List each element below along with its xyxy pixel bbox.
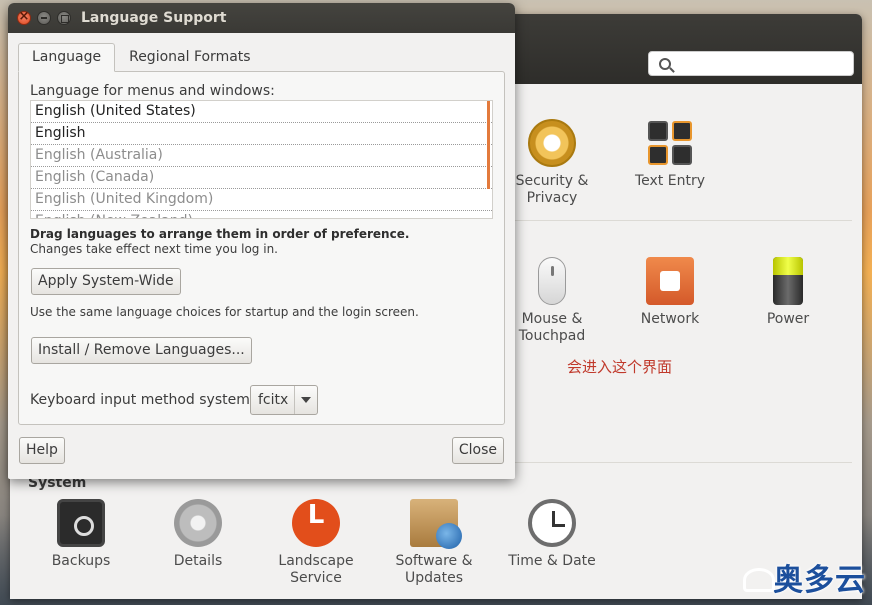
apply-system-wide-button[interactable]: Apply System-Wide	[31, 268, 181, 295]
tile-label: Power	[733, 311, 843, 328]
backups-icon	[57, 499, 105, 547]
list-item[interactable]: English	[31, 123, 492, 145]
chevron-down-icon	[301, 397, 311, 403]
details-icon	[174, 499, 222, 547]
keyboard-input-value: fcitx	[251, 386, 295, 414]
tile-label: Backups	[26, 553, 136, 570]
tab-regional-formats[interactable]: Regional Formats	[115, 43, 264, 72]
language-list[interactable]: English (United States) English English …	[30, 100, 493, 219]
language-list-label: Language for menus and windows:	[30, 83, 275, 99]
tab-language[interactable]: Language	[18, 43, 115, 72]
tile-software-updates[interactable]: Software & Updates	[379, 499, 489, 587]
tile-power[interactable]: Power	[733, 257, 843, 328]
tile-label: Software & Updates	[379, 553, 489, 587]
window-maximize-icon[interactable]	[57, 11, 71, 25]
tile-landscape-service[interactable]: Landscape Service	[261, 499, 371, 587]
clock-icon	[528, 499, 576, 547]
watermark-logo-icon	[739, 562, 773, 592]
list-item[interactable]: English (United Kingdom)	[31, 189, 492, 211]
changes-hint: Changes take effect next time you log in…	[30, 242, 278, 256]
network-icon	[646, 257, 694, 305]
tile-details[interactable]: Details	[143, 499, 253, 570]
title-bar[interactable]: Language Support	[8, 3, 515, 33]
keyboard-input-select[interactable]: fcitx	[250, 385, 318, 415]
drag-hint: Drag languages to arrange them in order …	[30, 227, 409, 241]
language-support-dialog: Language Support Language Regional Forma…	[8, 3, 515, 479]
software-updates-icon	[410, 499, 458, 547]
tile-label: Details	[143, 553, 253, 570]
install-remove-languages-button[interactable]: Install / Remove Languages...	[31, 337, 252, 364]
search-icon	[659, 58, 671, 70]
window-title: Language Support	[81, 10, 226, 26]
landscape-icon	[292, 499, 340, 547]
tile-backups[interactable]: Backups	[26, 499, 136, 570]
keyboard-input-label: Keyboard input method system:	[30, 392, 255, 408]
watermark-text: 奥多云	[773, 555, 866, 599]
apply-description: Use the same language choices for startu…	[30, 305, 419, 319]
list-item[interactable]: English (Australia)	[31, 145, 492, 167]
tile-network[interactable]: Network	[615, 257, 725, 328]
text-entry-icon	[646, 119, 694, 167]
watermark: 奥多云	[739, 555, 866, 599]
language-tab-panel: Language for menus and windows: English …	[18, 71, 505, 425]
mouse-icon	[538, 257, 566, 305]
tile-label: Text Entry	[615, 173, 725, 190]
tile-time-date[interactable]: Time & Date	[497, 499, 607, 570]
settings-search-input[interactable]	[648, 51, 854, 76]
tile-label: Network	[615, 311, 725, 328]
list-item[interactable]: English (Canada)	[31, 167, 492, 189]
tile-label: Time & Date	[497, 553, 607, 570]
list-item[interactable]: English (United States)	[31, 101, 492, 123]
window-minimize-icon[interactable]	[37, 11, 51, 25]
tab-bar: Language Regional Formats	[18, 43, 265, 72]
annotation-text: 会进入这个界面	[567, 356, 672, 377]
list-item[interactable]: English (New Zealand)	[31, 211, 492, 219]
help-button[interactable]: Help	[19, 437, 65, 464]
tile-label: Landscape Service	[261, 553, 371, 587]
security-privacy-icon	[528, 119, 576, 167]
window-close-icon[interactable]	[17, 11, 31, 25]
power-icon	[773, 257, 803, 305]
tile-text-entry[interactable]: Text Entry	[615, 119, 725, 190]
close-button[interactable]: Close	[452, 437, 504, 464]
